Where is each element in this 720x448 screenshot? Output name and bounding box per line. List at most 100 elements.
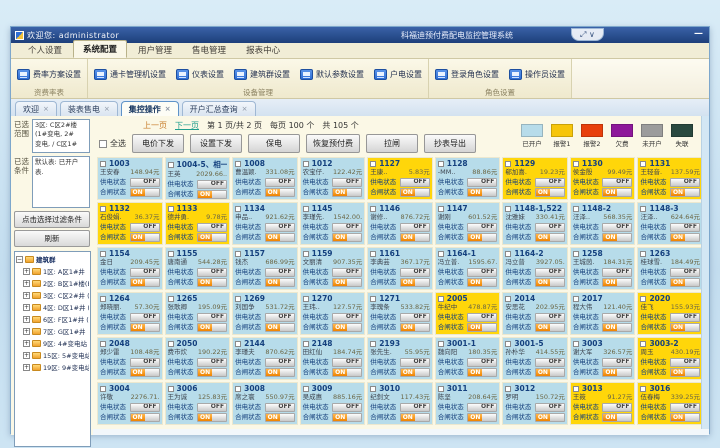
expand-icon[interactable]: + bbox=[23, 364, 30, 371]
tree-item-5[interactable]: +6区: F区1#井 (F区1# bbox=[16, 314, 89, 324]
menu-item-3[interactable]: 用户管理 bbox=[129, 42, 181, 58]
tree-item-8[interactable]: +15区: 5#变电站 (3#变 bbox=[16, 350, 89, 360]
power-toggle[interactable]: OFF bbox=[265, 313, 295, 322]
room-checkbox[interactable] bbox=[100, 296, 106, 302]
gate-toggle[interactable]: ON bbox=[197, 233, 227, 242]
gate-toggle[interactable]: ON bbox=[265, 323, 295, 332]
room-checkbox[interactable] bbox=[303, 296, 309, 302]
ribbon-button[interactable]: 户电设置 bbox=[374, 69, 422, 80]
power-toggle[interactable]: OFF bbox=[197, 313, 227, 322]
room-checkbox[interactable] bbox=[370, 386, 376, 392]
power-toggle[interactable]: OFF bbox=[265, 223, 295, 232]
room-checkbox[interactable] bbox=[100, 386, 106, 392]
gate-toggle[interactable]: ON bbox=[670, 413, 700, 422]
gate-toggle[interactable]: ON bbox=[670, 368, 700, 377]
tab-3[interactable]: 集控操作× bbox=[121, 101, 179, 116]
power-toggle[interactable]: OFF bbox=[535, 268, 565, 277]
tab-1[interactable]: 欢迎× bbox=[15, 101, 57, 116]
room-checkbox[interactable] bbox=[370, 296, 376, 302]
power-toggle[interactable]: OFF bbox=[467, 403, 497, 412]
room-checkbox[interactable] bbox=[168, 296, 174, 302]
gate-toggle[interactable]: ON bbox=[130, 413, 160, 422]
power-toggle[interactable]: OFF bbox=[332, 403, 362, 412]
room-checkbox[interactable] bbox=[235, 206, 241, 212]
room-checkbox[interactable] bbox=[235, 386, 241, 392]
action-button[interactable]: 抄表导出 bbox=[424, 134, 476, 153]
room-checkbox[interactable] bbox=[370, 206, 376, 212]
prev-page-link[interactable]: 上一页 bbox=[143, 120, 167, 131]
power-toggle[interactable]: OFF bbox=[602, 178, 632, 187]
power-toggle[interactable]: OFF bbox=[602, 268, 632, 277]
gate-toggle[interactable]: ON bbox=[602, 233, 632, 242]
room-checkbox[interactable] bbox=[505, 206, 511, 212]
power-toggle[interactable]: OFF bbox=[670, 178, 700, 187]
gate-toggle[interactable]: ON bbox=[602, 188, 632, 197]
room-checkbox[interactable] bbox=[168, 386, 174, 392]
gate-toggle[interactable]: ON bbox=[197, 323, 227, 332]
gate-toggle[interactable]: ON bbox=[400, 413, 430, 422]
gate-toggle[interactable]: ON bbox=[535, 368, 565, 377]
room-checkbox[interactable] bbox=[168, 341, 174, 347]
menu-item-1[interactable]: 个人设置 bbox=[19, 42, 71, 58]
tab-close-icon[interactable]: × bbox=[242, 105, 248, 113]
gate-toggle[interactable]: ON bbox=[130, 278, 160, 287]
power-toggle[interactable]: OFF bbox=[130, 313, 160, 322]
tab-close-icon[interactable]: × bbox=[165, 105, 171, 113]
room-checkbox[interactable] bbox=[235, 296, 241, 302]
gate-toggle[interactable]: ON bbox=[197, 413, 227, 422]
room-checkbox[interactable] bbox=[505, 296, 511, 302]
gate-toggle[interactable]: ON bbox=[535, 323, 565, 332]
power-toggle[interactable]: OFF bbox=[130, 268, 160, 277]
room-checkbox[interactable] bbox=[438, 251, 444, 257]
ribbon-button[interactable]: 通卡管理机设置 bbox=[94, 69, 166, 80]
room-checkbox[interactable] bbox=[640, 251, 646, 257]
expand-icon[interactable]: + bbox=[23, 268, 30, 275]
gate-toggle[interactable]: ON bbox=[467, 278, 497, 287]
gate-toggle[interactable]: ON bbox=[535, 233, 565, 242]
power-toggle[interactable]: OFF bbox=[400, 268, 430, 277]
room-checkbox[interactable] bbox=[573, 341, 579, 347]
select-all-checkbox[interactable] bbox=[99, 140, 107, 148]
tab-4[interactable]: 开户汇总查询× bbox=[182, 101, 256, 116]
gate-toggle[interactable]: ON bbox=[265, 233, 295, 242]
gate-toggle[interactable]: ON bbox=[670, 233, 700, 242]
room-checkbox[interactable] bbox=[438, 341, 444, 347]
tree-item-2[interactable]: +2区: B区1#楼(B区1 bbox=[16, 278, 89, 288]
gate-toggle[interactable]: ON bbox=[602, 368, 632, 377]
gate-toggle[interactable]: ON bbox=[400, 278, 430, 287]
room-checkbox[interactable] bbox=[235, 161, 241, 167]
power-toggle[interactable]: OFF bbox=[467, 178, 497, 187]
ribbon-button[interactable]: 操作员设置 bbox=[509, 69, 565, 80]
tree-item-4[interactable]: +4区: D区1#井 (D区1 bbox=[16, 302, 89, 312]
power-toggle[interactable]: OFF bbox=[332, 223, 362, 232]
gate-toggle[interactable]: ON bbox=[400, 233, 430, 242]
room-checkbox[interactable] bbox=[303, 386, 309, 392]
room-checkbox[interactable] bbox=[505, 161, 511, 167]
filter-button[interactable]: 点击选择过滤条件 bbox=[14, 211, 90, 228]
ribbon-button[interactable]: 登录角色设置 bbox=[435, 69, 499, 80]
expand-icon[interactable]: + bbox=[23, 292, 30, 299]
power-toggle[interactable]: OFF bbox=[130, 178, 160, 187]
gate-toggle[interactable]: ON bbox=[670, 278, 700, 287]
room-checkbox[interactable] bbox=[100, 206, 106, 212]
expand-icon[interactable]: + bbox=[23, 304, 30, 311]
tree-item-6[interactable]: +7区: G区1#井 bbox=[16, 326, 89, 336]
power-toggle[interactable]: OFF bbox=[400, 178, 430, 187]
room-checkbox[interactable] bbox=[370, 341, 376, 347]
room-checkbox[interactable] bbox=[505, 386, 511, 392]
select-all[interactable]: 全选 bbox=[99, 138, 126, 149]
window-style-controls[interactable]: ⤢ ∨ bbox=[571, 28, 604, 41]
room-checkbox[interactable] bbox=[573, 206, 579, 212]
power-toggle[interactable]: OFF bbox=[602, 358, 632, 367]
power-toggle[interactable]: OFF bbox=[197, 358, 227, 367]
ribbon-button[interactable]: 仪表设置 bbox=[176, 69, 224, 80]
minimize-button[interactable]: — bbox=[694, 29, 703, 39]
tab-close-icon[interactable]: × bbox=[104, 105, 110, 113]
room-checkbox[interactable] bbox=[235, 341, 241, 347]
gate-toggle[interactable]: ON bbox=[670, 323, 700, 332]
gate-toggle[interactable]: ON bbox=[130, 323, 160, 332]
gate-toggle[interactable]: ON bbox=[265, 278, 295, 287]
room-checkbox[interactable] bbox=[573, 296, 579, 302]
power-toggle[interactable]: OFF bbox=[130, 403, 160, 412]
gate-toggle[interactable]: ON bbox=[332, 188, 362, 197]
